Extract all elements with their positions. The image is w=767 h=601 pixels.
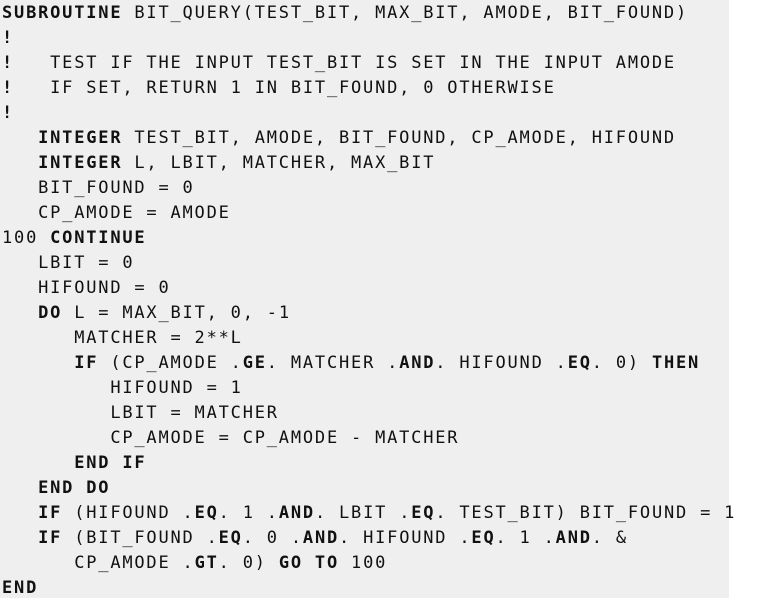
keyword: EQ bbox=[567, 353, 592, 373]
code-line: 100 CONTINUE bbox=[2, 226, 736, 251]
code-text: . 0 . bbox=[242, 528, 303, 548]
code-text: HIFOUND = 1 bbox=[2, 378, 243, 398]
code-text: 100 bbox=[339, 553, 388, 573]
code-text: IF SET, RETURN 1 IN BIT_FOUND, 0 OTHERWI… bbox=[14, 78, 556, 98]
keyword: IF bbox=[38, 528, 63, 548]
code-text: BIT_QUERY(TEST_BIT, MAX_BIT, AMODE, BIT_… bbox=[122, 3, 688, 23]
code-text: (BIT_FOUND . bbox=[62, 528, 219, 548]
keyword: GE bbox=[242, 353, 267, 373]
code-text: . & bbox=[591, 528, 628, 548]
keyword: ! bbox=[2, 78, 15, 98]
keyword: AND bbox=[278, 503, 315, 523]
keyword: AND bbox=[302, 528, 340, 548]
code-text: LBIT = 0 bbox=[2, 253, 135, 273]
keyword: DO bbox=[38, 303, 63, 323]
code-line: INTEGER TEST_BIT, AMODE, BIT_FOUND, CP_A… bbox=[2, 126, 736, 151]
code-text: HIFOUND = 0 bbox=[2, 278, 171, 298]
code-text: LBIT = MATCHER bbox=[2, 403, 279, 423]
code-line: HIFOUND = 1 bbox=[2, 376, 736, 401]
code-text: . 0) bbox=[591, 353, 652, 373]
keyword: IF bbox=[38, 503, 63, 523]
keyword: INTEGER bbox=[38, 153, 123, 173]
code-line: SUBROUTINE BIT_QUERY(TEST_BIT, MAX_BIT, … bbox=[2, 1, 736, 26]
code-line: INTEGER L, LBIT, MATCHER, MAX_BIT bbox=[2, 151, 736, 176]
keyword: ! bbox=[2, 53, 15, 73]
code-line: CP_AMODE .GT. 0) GO TO 100 bbox=[2, 551, 736, 576]
keyword: INTEGER bbox=[38, 128, 123, 148]
code-text: 100 bbox=[2, 228, 51, 248]
code-text: TEST IF THE INPUT TEST_BIT IS SET IN THE… bbox=[14, 53, 676, 73]
code-line: CP_AMODE = AMODE bbox=[2, 201, 736, 226]
code-line: LBIT = 0 bbox=[2, 251, 736, 276]
keyword: END DO bbox=[38, 478, 111, 498]
code-text: . HIFOUND . bbox=[435, 353, 568, 373]
keyword: IF bbox=[74, 353, 99, 373]
code-line: HIFOUND = 0 bbox=[2, 276, 736, 301]
keyword: ! bbox=[2, 28, 15, 48]
keyword: EQ bbox=[218, 528, 243, 548]
code-text: . HIFOUND . bbox=[339, 528, 472, 548]
keyword: AND bbox=[555, 528, 592, 548]
code-text: . 1 . bbox=[218, 503, 279, 523]
code-line: LBIT = MATCHER bbox=[2, 401, 736, 426]
code-listing: SUBROUTINE BIT_QUERY(TEST_BIT, MAX_BIT, … bbox=[2, 1, 736, 601]
code-panel: SUBROUTINE BIT_QUERY(TEST_BIT, MAX_BIT, … bbox=[0, 0, 734, 598]
keyword: GO TO bbox=[278, 553, 340, 573]
code-text: L, LBIT, MATCHER, MAX_BIT bbox=[122, 153, 436, 173]
code-line: BIT_FOUND = 0 bbox=[2, 176, 736, 201]
keyword: END bbox=[2, 578, 39, 598]
code-line: END bbox=[2, 576, 736, 601]
code-text: . LBIT . bbox=[314, 503, 412, 523]
code-text: CP_AMODE . bbox=[2, 553, 195, 573]
code-line: DO L = MAX_BIT, 0, -1 bbox=[2, 301, 736, 326]
code-line: IF (BIT_FOUND .EQ. 0 .AND. HIFOUND .EQ. … bbox=[2, 526, 736, 551]
code-line: END IF bbox=[2, 451, 736, 476]
code-line: ! TEST IF THE INPUT TEST_BIT IS SET IN T… bbox=[2, 51, 736, 76]
code-line: END DO bbox=[2, 476, 736, 501]
code-text: . TEST_BIT) BIT_FOUND = 1 bbox=[435, 503, 737, 523]
keyword: END IF bbox=[74, 453, 147, 473]
code-text: . 0) bbox=[218, 553, 279, 573]
code-text: (HIFOUND . bbox=[62, 503, 195, 523]
code-line: CP_AMODE = CP_AMODE - MATCHER bbox=[2, 426, 736, 451]
code-line: IF (HIFOUND .EQ. 1 .AND. LBIT .EQ. TEST_… bbox=[2, 501, 736, 526]
keyword: CONTINUE bbox=[50, 228, 147, 248]
keyword: EQ bbox=[194, 503, 219, 523]
keyword: GT bbox=[194, 553, 219, 573]
keyword: THEN bbox=[651, 353, 701, 373]
keyword: EQ bbox=[411, 503, 436, 523]
keyword: SUBROUTINE bbox=[2, 3, 123, 23]
code-text: BIT_FOUND = 0 bbox=[2, 178, 195, 198]
code-text: (CP_AMODE . bbox=[98, 353, 243, 373]
code-text: . 1 . bbox=[495, 528, 556, 548]
code-text: CP_AMODE = CP_AMODE - MATCHER bbox=[2, 428, 460, 448]
code-text: CP_AMODE = AMODE bbox=[2, 203, 231, 223]
keyword: AND bbox=[399, 353, 436, 373]
code-line: ! bbox=[2, 101, 736, 126]
code-text: L = MAX_BIT, 0, -1 bbox=[62, 303, 291, 323]
keyword: ! bbox=[2, 103, 15, 123]
code-text: MATCHER = 2**L bbox=[2, 328, 243, 348]
code-line: MATCHER = 2**L bbox=[2, 326, 736, 351]
code-line: ! bbox=[2, 26, 736, 51]
code-text: . MATCHER . bbox=[266, 353, 400, 373]
code-line: IF (CP_AMODE .GE. MATCHER .AND. HIFOUND … bbox=[2, 351, 736, 376]
code-line: ! IF SET, RETURN 1 IN BIT_FOUND, 0 OTHER… bbox=[2, 76, 736, 101]
keyword: EQ bbox=[471, 528, 496, 548]
code-text: TEST_BIT, AMODE, BIT_FOUND, CP_AMODE, HI… bbox=[122, 128, 676, 148]
